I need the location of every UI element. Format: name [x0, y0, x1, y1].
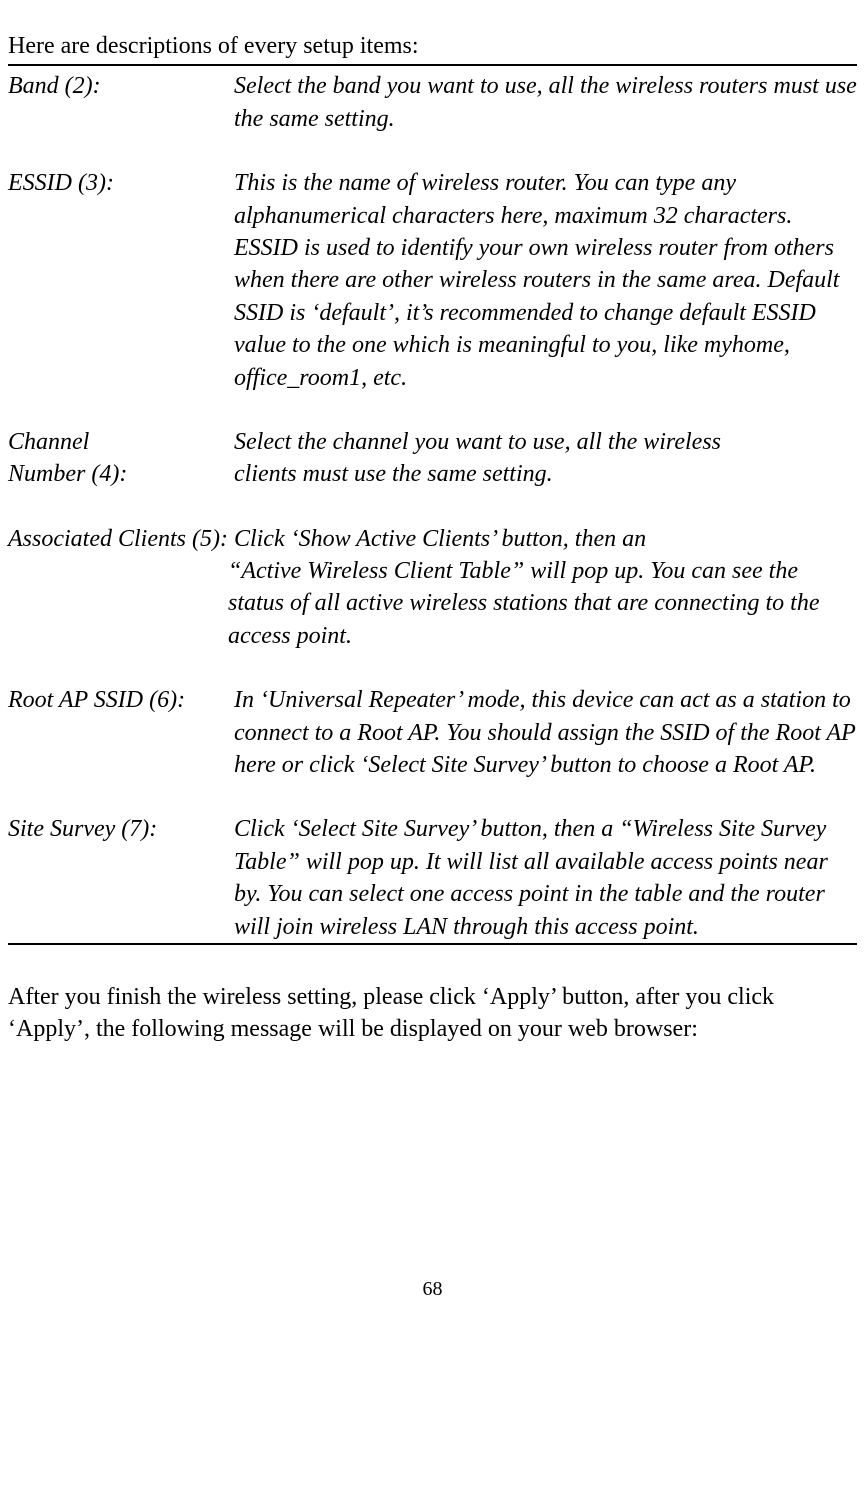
item-channel-desc2: clients must use the same setting.	[234, 458, 857, 490]
item-associated-rest: “Active Wireless Client Table” will pop …	[228, 555, 857, 652]
after-paragraph: After you finish the wireless setting, p…	[8, 981, 857, 1046]
item-channel-label1: Channel	[8, 426, 234, 458]
page-number: 68	[8, 1276, 857, 1303]
item-sitesurvey-label: Site Survey (7):	[8, 813, 234, 944]
item-essid: ESSID (3): This is the name of wireless …	[8, 167, 857, 394]
item-band-label: Band (2):	[8, 70, 234, 135]
item-rootap-desc: In ‘Universal Repeater’ mode, this devic…	[234, 684, 857, 781]
setup-items-table: Band (2): Select the band you want to us…	[8, 70, 857, 945]
item-sitesurvey: Site Survey (7): Click ‘Select Site Surv…	[8, 813, 857, 944]
item-associated-line1: Associated Clients (5): Click ‘Show Acti…	[8, 523, 857, 555]
item-rootap-label: Root AP SSID (6):	[8, 684, 234, 781]
item-associated: Associated Clients (5): Click ‘Show Acti…	[8, 523, 857, 653]
item-band: Band (2): Select the band you want to us…	[8, 70, 857, 135]
item-band-desc: Select the band you want to use, all the…	[234, 70, 857, 135]
item-sitesurvey-desc: Click ‘Select Site Survey’ button, then …	[234, 813, 857, 944]
item-essid-label: ESSID (3):	[8, 167, 234, 394]
item-channel-label2: Number (4):	[8, 458, 234, 490]
intro-heading: Here are descriptions of every setup ite…	[8, 30, 857, 66]
item-channel-desc1: Select the channel you want to use, all …	[234, 426, 857, 458]
item-channel-line1: Channel Select the channel you want to u…	[8, 426, 857, 458]
item-channel-line2: Number (4): clients must use the same se…	[8, 458, 857, 490]
item-rootap: Root AP SSID (6): In ‘Universal Repeater…	[8, 684, 857, 781]
item-essid-desc: This is the name of wireless router. You…	[234, 167, 857, 394]
